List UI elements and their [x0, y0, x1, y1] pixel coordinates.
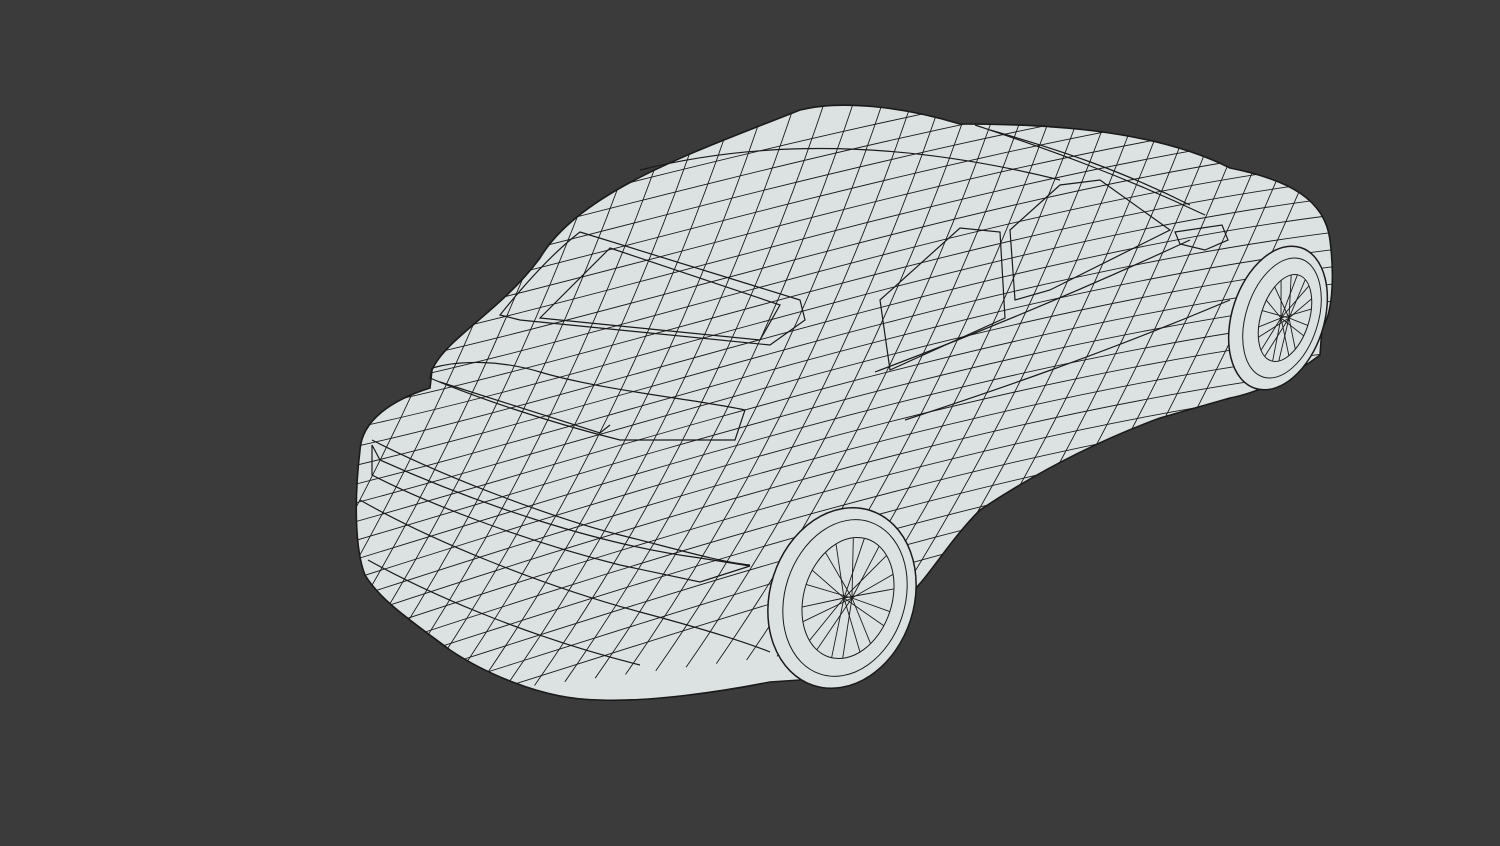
- car-wireframe-model[interactable]: [0, 0, 1500, 846]
- 3d-viewport[interactable]: [0, 0, 1500, 846]
